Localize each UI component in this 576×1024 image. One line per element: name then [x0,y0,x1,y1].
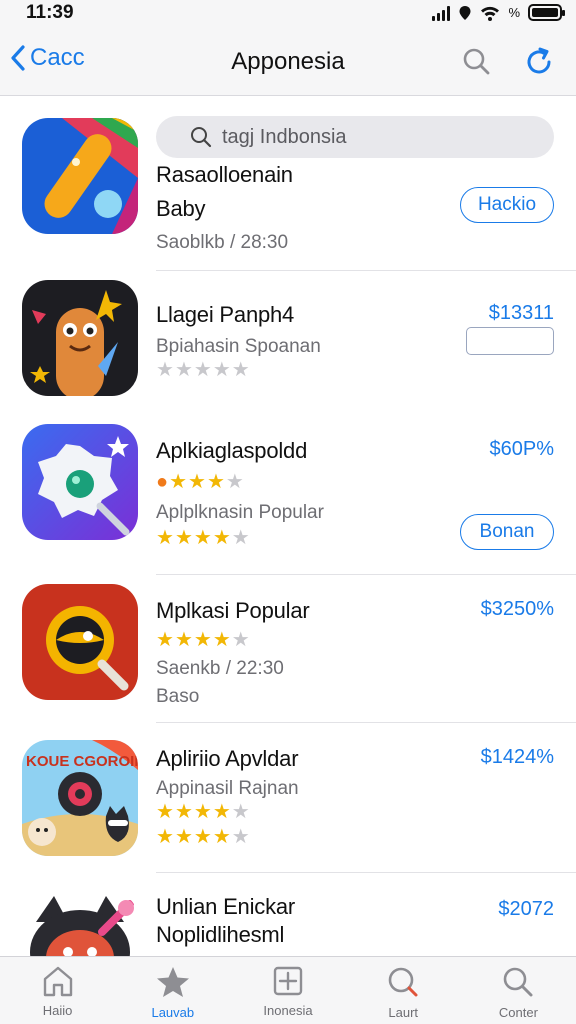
app-subtitle: Saenkb / 22:30 [156,658,284,679]
app-icon-search-ball [22,424,138,540]
search-icon [504,967,533,997]
tab-label: Inonesia [263,1003,313,1018]
tab-label: Conter [498,1005,538,1020]
app-icon-cat [22,892,138,956]
app-name: Aplkiaglaspoldd [156,438,308,463]
app-price[interactable]: $3250% [481,598,554,621]
app-icon-magnifier [22,584,138,700]
list-item[interactable]: Mplkasi Popular ★ ★ ★ ★ ★ Saenkb / 22:30 Bas… [0,574,576,723]
rating-stars: ★ ★ ★ ★ ★ [156,527,250,549]
tab-bar: Haiio Lauvab Inonesia Laurt Conter [0,956,576,1024]
app-name: Rasaolloenain [156,162,293,187]
tab-label: Lauvab [151,1005,195,1020]
search-icon [388,967,418,997]
rating-stars: ★ ★ ★ ★ ★ [156,629,250,651]
app-name: Mplkasi Popular [156,598,310,623]
app-price[interactable]: $13311 [489,302,554,325]
rating-stars: ★ ★ ★ ★ ★ [156,359,250,381]
list-item[interactable]: Llagei Panph4 Bpiahasin Spoanan ★ ★ ★ ★ ★ $1… [0,270,576,410]
app-action-button[interactable]: Hackio [460,187,554,223]
list-item[interactable]: Aplkiaglaspoldd ● ★ ★ ★ ★ Aplplknasin Popula… [0,410,576,575]
app-name: Apliriio Apvldar [156,746,299,771]
tab-label: Laurt [388,1005,419,1020]
app-price[interactable]: $60P% [490,438,555,461]
rating-stars: ★ ★ ★ ★ ★ [156,801,250,823]
app-action-button[interactable]: Bonan [460,514,554,550]
tab-featured[interactable]: Lauvab [115,957,230,1024]
app-name-line2: Noplidlihesml [156,922,285,947]
tab-search[interactable]: Conter [461,957,576,1024]
app-name: Unlian Enickar [156,894,296,919]
home-icon [43,966,72,997]
app-subtitle: Appinasil Rajnan [156,778,299,799]
icon-art-text: KOUE CGOROIN [26,753,138,770]
app-subtitle: Saoblkb / 28:30 [156,232,289,253]
app-icon-game: KOUE CGOROIN [22,740,138,856]
app-icon-character [22,280,138,396]
tab-home[interactable]: Haiio [0,957,115,1024]
tab-label: Haiio [42,1003,73,1018]
list-item[interactable]: Unlian Enickar Noplidlihesml $2072 [0,872,576,956]
rating-stars-second: ★ ★ ★ ★ ★ [156,826,250,848]
app-price[interactable]: $2072 [498,898,554,921]
tab-search-alt[interactable]: Laurt [346,957,461,1024]
tab-add[interactable]: Inonesia [230,957,345,1024]
add-square-icon [273,966,303,996]
app-subtitle: Bpiahasin Spoanan [156,336,321,357]
list-item[interactable]: Rasaolloenain Baby Saoblkb / 28:30 Hacki… [0,0,576,271]
app-subtitle: Aplplknasin Popular [156,502,324,523]
app-extra: Baso [156,686,200,707]
rating-stars-top: ● ★ ★ ★ ★ [156,471,244,493]
app-price[interactable]: $1424% [481,746,554,769]
app-action-box[interactable] [466,327,554,355]
app-name-line2: Baby [156,196,206,221]
app-icon-bandage [22,118,138,234]
star-icon [156,967,189,997]
app-name: Llagei Panph4 [156,302,295,327]
list-item[interactable]: KOUE CGOROIN Apliriio Apvldar Appinasil … [0,722,576,873]
